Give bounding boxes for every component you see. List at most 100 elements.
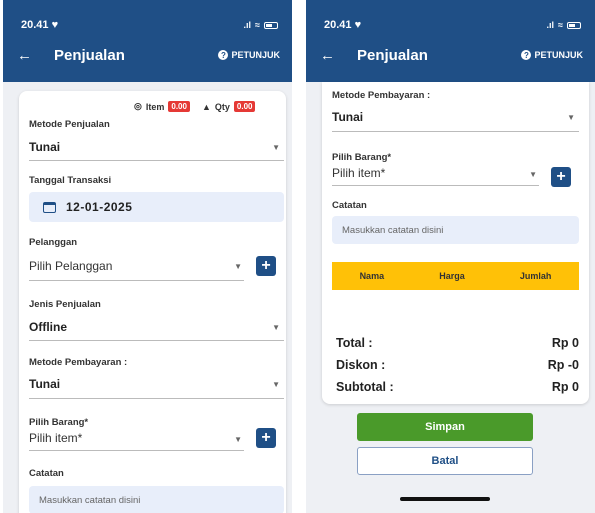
plus-icon: + <box>261 429 271 446</box>
underline <box>29 398 284 399</box>
underline <box>29 160 284 161</box>
underline <box>29 450 244 451</box>
transaction-date-value: 12-01-2025 <box>66 200 133 214</box>
help-button[interactable]: ? PETUNJUK <box>218 50 280 60</box>
wifi-icon: ≈ <box>558 20 563 30</box>
column-name: Nama <box>359 271 385 281</box>
sales-type-dropdown[interactable]: Offline ▼ <box>29 317 284 341</box>
dropdown-caret-icon: ▼ <box>272 380 280 389</box>
subtotal-row: Subtotal : Rp 0 <box>336 380 579 394</box>
dropdown-caret-icon: ▼ <box>529 170 537 179</box>
payment-method-label: Metode Pembayaran : <box>29 357 128 368</box>
item-qty-summary: ◎ Item 0.00 ▲ Qty 0.00 <box>134 101 256 112</box>
notes-label: Catatan <box>29 468 64 479</box>
subtotal-label: Subtotal : <box>336 380 394 394</box>
status-time: 20.41 ♥ <box>21 19 59 31</box>
signal-icon: .ıl <box>243 20 252 30</box>
plus-icon: + <box>556 168 566 185</box>
notes-input[interactable]: Masukkan catatan disini <box>332 216 579 244</box>
home-indicator <box>400 497 490 501</box>
right-screen: 20.41 ♥ .ıl ≈ ← Penjualan ? PETUNJUK Met… <box>306 0 595 513</box>
add-customer-button[interactable]: + <box>256 256 276 276</box>
dropdown-caret-icon: ▼ <box>272 323 280 332</box>
payment-method-dropdown[interactable]: Tunai ▼ <box>29 373 284 399</box>
total-value: Rp 0 <box>551 336 579 350</box>
item-dropdown[interactable]: Pilih item* ▼ <box>332 164 539 186</box>
calendar-icon <box>43 201 56 213</box>
discount-row: Diskon : Rp -0 <box>336 358 579 372</box>
help-button[interactable]: ? PETUNJUK <box>521 50 583 60</box>
dropdown-caret-icon: ▼ <box>234 262 242 271</box>
sales-method-dropdown[interactable]: Tunai ▼ <box>29 137 284 161</box>
item-label: Pilih Barang* <box>29 417 89 428</box>
cancel-button[interactable]: Batal <box>357 447 533 475</box>
help-icon: ? <box>218 50 229 60</box>
save-button[interactable]: Simpan <box>357 413 533 441</box>
underline <box>332 185 539 186</box>
sales-method-label: Metode Penjualan <box>29 119 110 130</box>
back-arrow-icon[interactable]: ← <box>17 47 32 64</box>
sales-form-card: ◎ Item 0.00 ▲ Qty 0.00 Metode Penjualan … <box>19 91 286 513</box>
customer-label: Pelanggan <box>29 237 78 248</box>
items-table-header: Nama Harga Jumlah <box>332 262 579 290</box>
help-icon: ? <box>521 50 532 60</box>
signal-icon: .ıl <box>546 20 555 30</box>
notes-placeholder: Masukkan catatan disini <box>342 224 444 236</box>
item-label: Pilih Barang* <box>332 152 392 163</box>
discount-value: Rp -0 <box>547 358 579 372</box>
dropdown-caret-icon: ▼ <box>272 143 280 152</box>
notes-label: Catatan <box>332 200 367 211</box>
status-time: 20.41 ♥ <box>324 19 362 31</box>
item-placeholder: Pilih item* <box>29 431 83 445</box>
discount-label: Diskon : <box>336 358 386 372</box>
status-icons: .ıl ≈ <box>244 20 278 30</box>
help-label: PETUNJUK <box>534 50 583 60</box>
page-title: Penjualan <box>357 46 428 64</box>
payment-method-label: Metode Pembayaran : <box>332 90 431 101</box>
plus-icon: + <box>261 257 271 274</box>
battery-icon <box>264 21 278 29</box>
item-icon: ◎ <box>134 101 142 111</box>
dropdown-caret-icon: ▼ <box>567 113 575 122</box>
left-screen: 20.41 ♥ .ıl ≈ ← Penjualan ? PETUNJUK ◎ I… <box>3 0 292 513</box>
transaction-date-input[interactable]: 12-01-2025 <box>29 192 284 222</box>
item-placeholder: Pilih item* <box>332 166 386 180</box>
subtotal-value: Rp 0 <box>551 380 579 394</box>
payment-method-value: Tunai <box>332 110 364 124</box>
payment-method-value: Tunai <box>29 377 61 391</box>
item-summary-label: Item <box>145 101 165 112</box>
column-amount: Jumlah <box>519 271 552 281</box>
notes-placeholder: Masukkan catatan disini <box>39 494 141 506</box>
app-header: 20.41 ♥ .ıl ≈ ← Penjualan ? PETUNJUK <box>306 0 595 82</box>
item-count-badge: 0.00 <box>168 101 190 112</box>
app-header: 20.41 ♥ .ıl ≈ ← Penjualan ? PETUNJUK <box>3 0 292 82</box>
customer-dropdown[interactable]: Pilih Pelanggan ▼ <box>29 255 244 281</box>
status-bar: 20.41 ♥ .ıl ≈ <box>306 18 595 32</box>
item-dropdown[interactable]: Pilih item* ▼ <box>29 429 244 451</box>
underline <box>332 131 579 132</box>
total-row: Total : Rp 0 <box>336 336 579 350</box>
add-item-button[interactable]: + <box>256 428 276 448</box>
help-label: PETUNJUK <box>231 50 280 60</box>
dropdown-caret-icon: ▼ <box>234 435 242 444</box>
qty-summary-label: Qty <box>214 101 230 112</box>
total-label: Total : <box>336 336 373 350</box>
payment-method-dropdown[interactable]: Tunai ▼ <box>332 106 579 132</box>
transaction-date-label: Tanggal Transaksi <box>29 175 112 186</box>
sales-type-value: Offline <box>29 320 67 334</box>
customer-placeholder: Pilih Pelanggan <box>29 259 113 273</box>
underline <box>29 340 284 341</box>
add-item-button[interactable]: + <box>551 167 571 187</box>
back-arrow-icon[interactable]: ← <box>320 47 335 64</box>
sales-method-value: Tunai <box>29 140 61 154</box>
column-price: Harga <box>439 271 465 281</box>
page-title: Penjualan <box>54 46 125 64</box>
sales-type-label: Jenis Penjualan <box>29 299 101 310</box>
status-icons: .ıl ≈ <box>547 20 581 30</box>
underline <box>29 280 244 281</box>
sales-form-card: Metode Pembayaran : Tunai ▼ Pilih Barang… <box>322 82 589 404</box>
status-bar: 20.41 ♥ .ıl ≈ <box>3 18 292 32</box>
notes-input[interactable]: Masukkan catatan disini <box>29 486 284 513</box>
wifi-icon: ≈ <box>255 20 260 30</box>
qty-icon: ▲ <box>201 101 211 112</box>
